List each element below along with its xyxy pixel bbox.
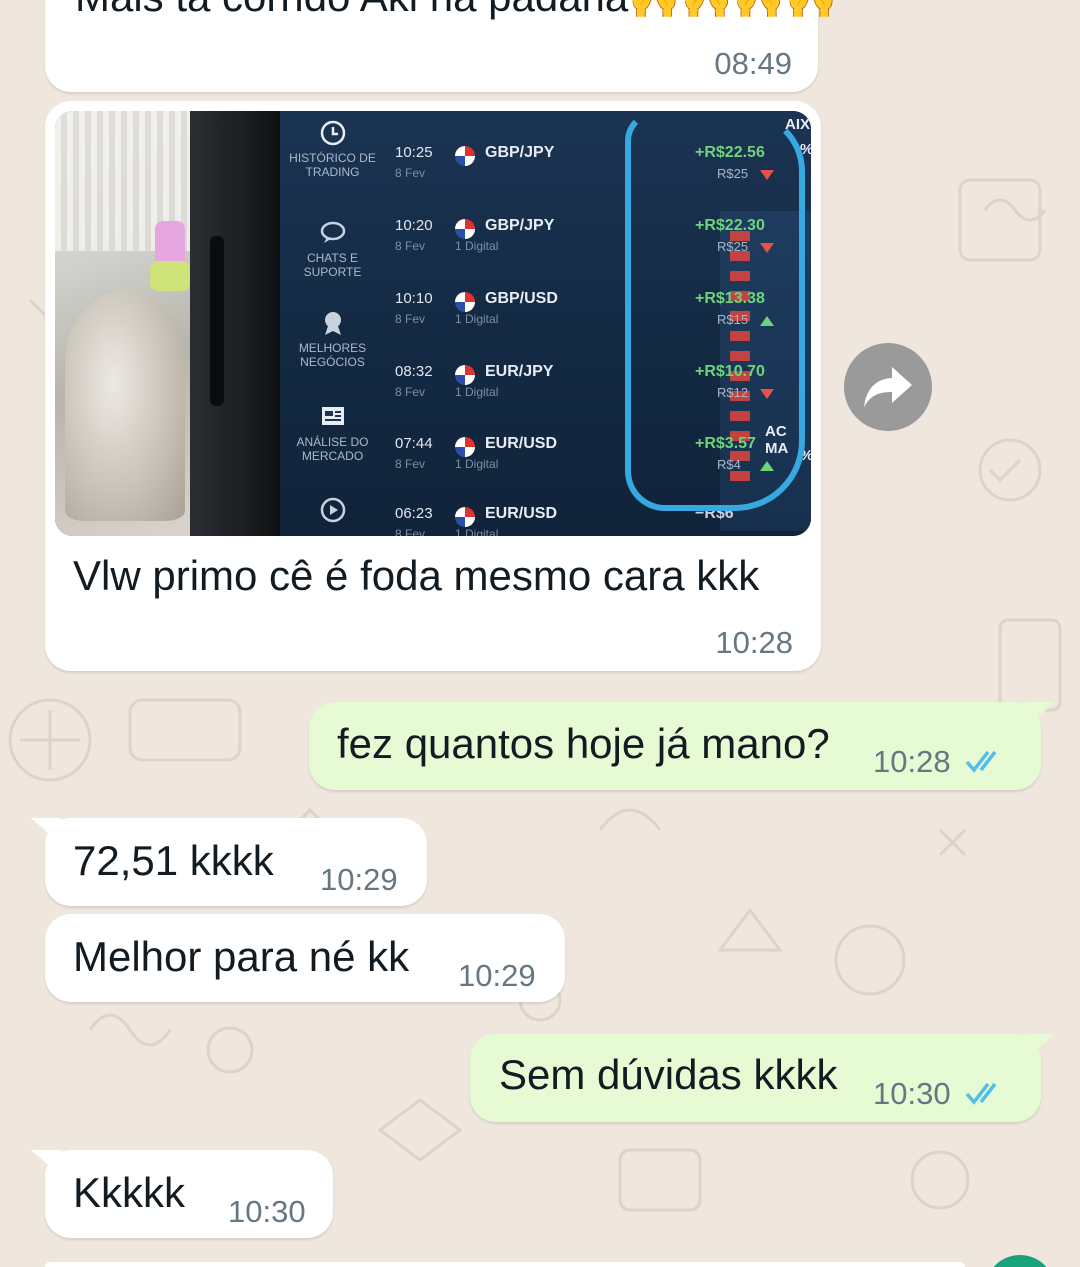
- trade-date: 8 Fev: [395, 457, 426, 471]
- trade-time: 10:10: [395, 290, 433, 307]
- message-time: 08:49: [714, 46, 792, 81]
- message-bubble-incoming[interactable]: 72,51 kkkk 10:29: [31, 818, 427, 906]
- chat-icon: [320, 221, 345, 243]
- play-icon: [320, 497, 345, 523]
- trading-app-screen: HISTÓRICO DE TRADING CHATS E SUPORTE MEL…: [280, 111, 811, 536]
- bubble-tail: [31, 818, 61, 844]
- message-time: 10:29: [320, 862, 398, 897]
- forward-button[interactable]: [844, 343, 932, 431]
- trade-pair: GBP/JPY: [485, 144, 555, 161]
- currency-flag-icon: [455, 507, 475, 527]
- news-icon: [321, 407, 344, 425]
- blue-highlight-scribble: [625, 111, 805, 511]
- trading-screenshot-photo[interactable]: HISTÓRICO DE TRADING CHATS E SUPORTE MEL…: [55, 111, 811, 536]
- bubble-tail: [1025, 1034, 1055, 1060]
- currency-flag-icon: [455, 146, 475, 166]
- trade-time: 07:44: [395, 435, 433, 452]
- bubble-tail: [1025, 702, 1055, 728]
- trade-pair: GBP/JPY: [485, 217, 555, 234]
- trade-date: 8 Fev: [395, 312, 426, 326]
- trade-type: 1 Digital: [455, 239, 499, 253]
- trade-date: 8 Fev: [395, 166, 426, 180]
- trade-type: 1 Digital: [455, 385, 499, 399]
- message-bubble-incoming[interactable]: Melhor para né kk 10:29: [45, 914, 565, 1002]
- sidebar-label: CHATS E SUPORTE: [303, 251, 362, 279]
- message-time: 10:28: [715, 625, 793, 660]
- phone-bezel: [210, 236, 224, 406]
- message-text: Mais tá corrido Aki na padaria🙌🙌🙌🙌: [75, 0, 837, 22]
- currency-flag-icon: [455, 365, 475, 385]
- trade-pair: EUR/USD: [485, 435, 558, 452]
- message-bubble-incoming[interactable]: Mais tá corrido Aki na padaria🙌🙌🙌🙌 08:49: [45, 0, 837, 92]
- read-receipt-icon: [965, 1082, 997, 1105]
- sidebar-play: [280, 496, 385, 528]
- phone-bezel: [190, 111, 280, 536]
- trade-time: 10:25: [395, 144, 433, 161]
- photo-background-objects: [150, 261, 190, 291]
- trade-type: 1 Digital: [455, 527, 499, 536]
- message-text: fez quantos hoje já mano?: [337, 720, 830, 767]
- trade-time: 06:23: [395, 505, 433, 522]
- next-message-edge: [45, 1262, 965, 1267]
- message-time: 10:30: [873, 1076, 951, 1111]
- message-text: Kkkkk: [73, 1169, 186, 1216]
- forward-icon: [864, 367, 912, 407]
- trade-time: 08:32: [395, 363, 433, 380]
- bubble-tail: [31, 1150, 61, 1176]
- message-time: 10:30: [228, 1194, 306, 1229]
- read-receipt-icon: [965, 750, 997, 773]
- trade-date: 8 Fev: [395, 385, 426, 399]
- sidebar-best-deals: MELHORES NEGÓCIOS: [280, 309, 385, 369]
- trade-date: 8 Fev: [395, 527, 426, 536]
- message-text: 72,51 kkkk: [73, 837, 274, 884]
- photo-background-objects: [65, 291, 185, 521]
- trade-type: 1 Digital: [455, 312, 499, 326]
- sidebar-label: ANÁLISE DO MERCADO: [296, 435, 369, 463]
- trade-date: 8 Fev: [395, 239, 426, 253]
- sidebar-label: HISTÓRICO DE TRADING: [289, 151, 376, 179]
- scroll-to-bottom-button[interactable]: [985, 1255, 1055, 1267]
- trade-pair: EUR/JPY: [485, 363, 554, 380]
- sidebar-market-analysis: ANÁLISE DO MERCADO: [280, 403, 385, 463]
- trade-type: 1 Digital: [455, 457, 499, 471]
- sidebar-label: MELHORES NEGÓCIOS: [298, 341, 367, 369]
- sidebar-chats: CHATS E SUPORTE: [280, 219, 385, 279]
- trade-pair: EUR/USD: [485, 505, 558, 522]
- image-message-bubble[interactable]: HISTÓRICO DE TRADING CHATS E SUPORTE MEL…: [45, 101, 821, 671]
- message-text: Melhor para né kk: [73, 933, 410, 980]
- photo-background-objects: [55, 111, 195, 536]
- award-icon: [324, 312, 341, 335]
- clock-icon: [320, 120, 345, 146]
- trade-pair: GBP/USD: [485, 290, 558, 307]
- message-time: 10:28: [873, 744, 951, 779]
- currency-flag-icon: [455, 219, 475, 239]
- trade-time: 10:20: [395, 217, 433, 234]
- image-caption: Vlw primo cê é foda mesmo cara kkk: [73, 552, 760, 599]
- message-time: 10:29: [458, 958, 536, 993]
- sidebar-history: HISTÓRICO DE TRADING: [280, 119, 385, 179]
- message-bubble-outgoing[interactable]: Sem dúvidas kkkk 10:30: [470, 1034, 1055, 1122]
- message-bubble-outgoing[interactable]: fez quantos hoje já mano? 10:28: [309, 702, 1055, 790]
- currency-flag-icon: [455, 292, 475, 312]
- currency-flag-icon: [455, 437, 475, 457]
- message-bubble-incoming[interactable]: Kkkkk 10:30: [31, 1150, 333, 1238]
- message-text: Sem dúvidas kkkk: [499, 1051, 838, 1098]
